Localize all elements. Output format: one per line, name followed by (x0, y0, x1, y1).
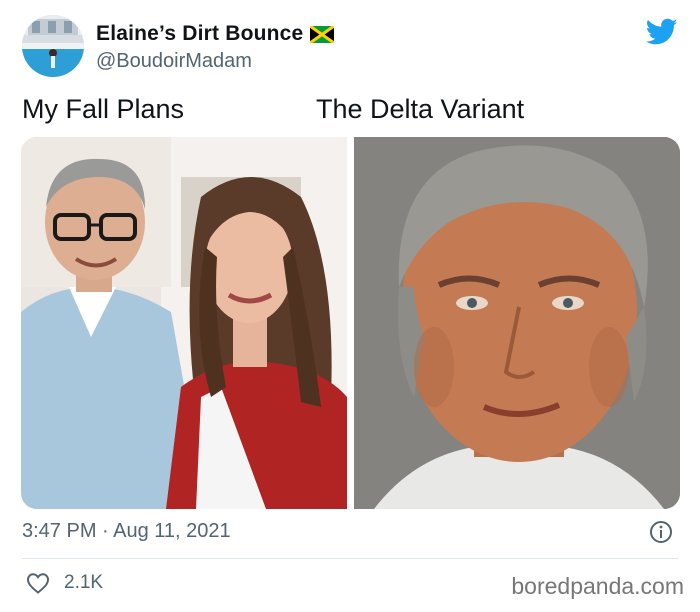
author-handle[interactable]: @BoudoirMadam (96, 50, 252, 73)
twitter-bird-icon[interactable] (646, 18, 678, 46)
jamaica-flag-icon (310, 25, 335, 43)
caption-right: The Delta Variant (316, 94, 525, 124)
info-icon[interactable] (649, 520, 673, 544)
photo-couple[interactable] (21, 137, 347, 509)
heart-icon[interactable] (26, 572, 50, 594)
divider (22, 558, 678, 559)
author-name-row[interactable]: Elaine’s Dirt Bounce (96, 22, 335, 46)
photo-portrait[interactable] (354, 137, 680, 509)
like-count[interactable]: 2.1K (64, 572, 103, 594)
display-name[interactable]: Elaine’s Dirt Bounce (96, 22, 303, 46)
timestamp[interactable]: 3:47 PM · Aug 11, 2021 (22, 520, 231, 543)
tweet-card: Elaine’s Dirt Bounce @BoudoirMadam My Fa… (0, 0, 700, 612)
caption-left: My Fall Plans (22, 94, 185, 124)
watermark: boredpanda.com (511, 573, 684, 599)
avatar[interactable] (22, 15, 84, 77)
